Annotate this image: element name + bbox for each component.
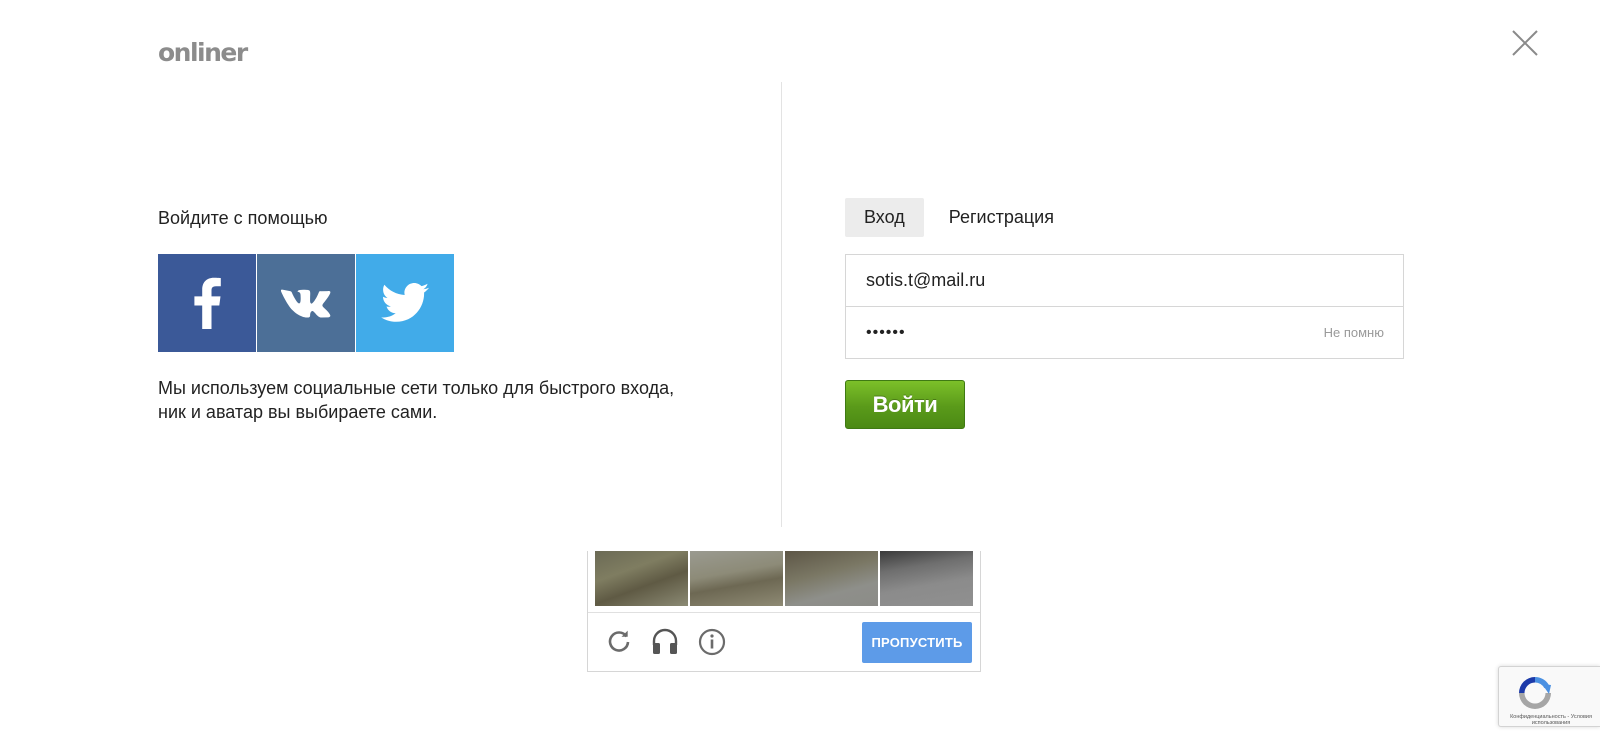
captcha-skip-button[interactable]: ПРОПУСТИТЬ bbox=[862, 622, 972, 663]
login-form: sotis.t@mail.ru •••••• Не помню bbox=[845, 254, 1404, 359]
vk-login-button[interactable] bbox=[257, 254, 355, 352]
captcha-widget: ПРОПУСТИТЬ bbox=[587, 551, 981, 672]
forgot-password-link[interactable]: Не помню bbox=[1324, 325, 1384, 340]
social-note-text: Мы используем социальные сети только для… bbox=[158, 378, 675, 422]
tab-registration[interactable]: Регистрация bbox=[924, 198, 1074, 237]
login-submit-button[interactable]: Войти bbox=[845, 380, 965, 429]
facebook-icon bbox=[194, 277, 221, 329]
site-logo[interactable]: onliner bbox=[158, 38, 248, 67]
recaptcha-footer-text[interactable]: Конфиденциальность - Условия использован… bbox=[1503, 714, 1599, 726]
close-icon[interactable] bbox=[1508, 26, 1542, 60]
twitter-icon bbox=[381, 283, 429, 322]
password-value: •••••• bbox=[866, 323, 906, 341]
password-field[interactable]: •••••• Не помню bbox=[846, 307, 1403, 358]
captcha-tile[interactable] bbox=[690, 551, 783, 606]
column-divider bbox=[781, 82, 782, 527]
info-icon[interactable] bbox=[697, 627, 727, 657]
recaptcha-icon bbox=[1519, 676, 1551, 709]
social-buttons bbox=[158, 254, 454, 352]
captcha-tiles bbox=[595, 551, 973, 606]
facebook-login-button[interactable] bbox=[158, 254, 256, 352]
captcha-toolbar: ПРОПУСТИТЬ bbox=[588, 612, 980, 671]
social-login-title: Войдите с помощью bbox=[158, 208, 328, 228]
email-field[interactable]: sotis.t@mail.ru bbox=[846, 255, 1403, 307]
auth-tabs: Вход Регистрация bbox=[845, 198, 1074, 237]
captcha-tile[interactable] bbox=[785, 551, 878, 606]
audio-icon[interactable] bbox=[650, 627, 680, 657]
email-value: sotis.t@mail.ru bbox=[866, 270, 986, 290]
captcha-tile[interactable] bbox=[595, 551, 688, 606]
captcha-tile[interactable] bbox=[880, 551, 973, 606]
recaptcha-badge[interactable]: Конфиденциальность - Условия использован… bbox=[1498, 666, 1600, 727]
twitter-login-button[interactable] bbox=[356, 254, 454, 352]
vk-icon bbox=[281, 289, 331, 318]
tab-login[interactable]: Вход bbox=[845, 198, 924, 237]
reload-icon[interactable] bbox=[604, 627, 634, 657]
